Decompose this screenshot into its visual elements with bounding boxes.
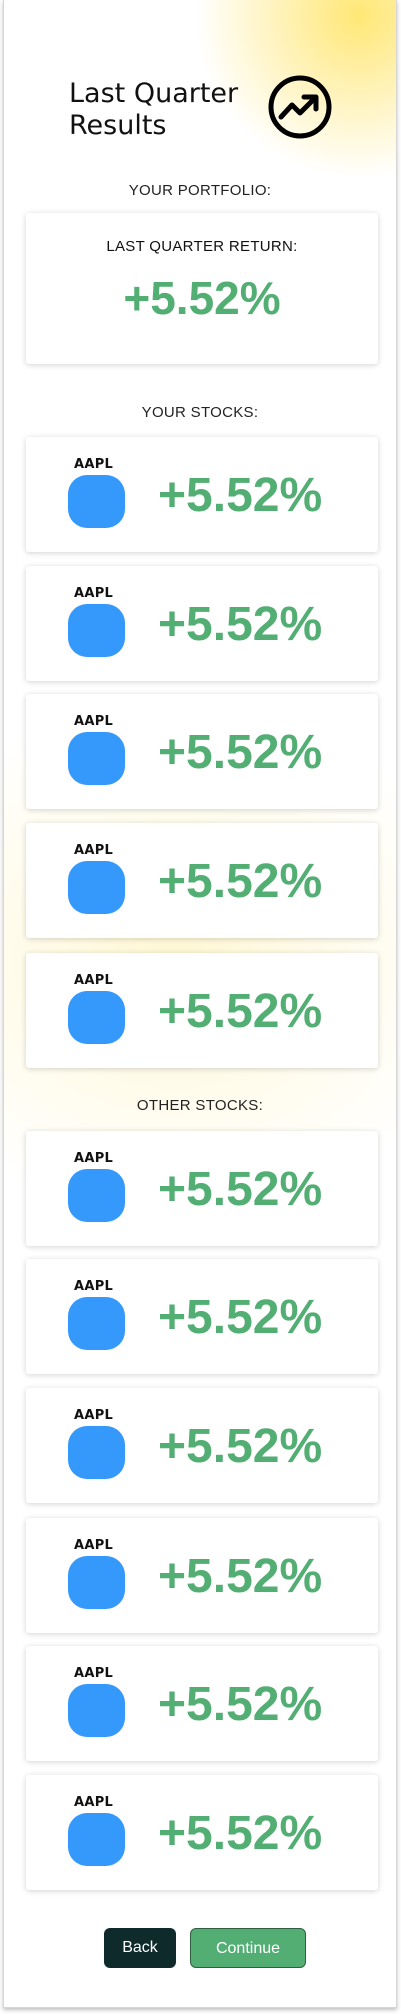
stock-logo bbox=[68, 1297, 125, 1350]
back-button[interactable]: Back bbox=[104, 1928, 176, 1968]
stock-logo bbox=[68, 1426, 125, 1479]
portfolio-return-card: LAST QUARTER RETURN: +5.52% bbox=[26, 213, 378, 364]
stock-logo bbox=[68, 1684, 125, 1737]
stock-logo bbox=[68, 732, 125, 785]
stock-card[interactable]: AAPL +5.52% bbox=[26, 1646, 378, 1761]
stock-card[interactable]: AAPL +5.52% bbox=[26, 1388, 378, 1503]
continue-button[interactable]: Continue bbox=[190, 1928, 306, 1968]
stock-card[interactable]: AAPL +5.52% bbox=[26, 823, 378, 938]
trending-up-icon bbox=[268, 75, 332, 139]
stock-logo bbox=[68, 861, 125, 914]
stock-ticker: AAPL bbox=[74, 973, 114, 988]
stock-change: +5.52% bbox=[158, 1163, 323, 1216]
stock-card[interactable]: AAPL +5.52% bbox=[26, 437, 378, 552]
stock-change: +5.52% bbox=[158, 1291, 323, 1344]
results-screen: Last Quarter Results YOUR PORTFOLIO: LAS… bbox=[3, 0, 397, 2008]
stock-logo bbox=[68, 475, 125, 528]
stock-change: +5.52% bbox=[158, 1420, 323, 1473]
stock-ticker: AAPL bbox=[74, 586, 114, 601]
stock-change: +5.52% bbox=[158, 1807, 323, 1860]
stock-change: +5.52% bbox=[158, 598, 323, 651]
stock-card[interactable]: AAPL +5.52% bbox=[26, 953, 378, 1068]
portfolio-return-value: +5.52% bbox=[123, 272, 281, 324]
stock-ticker: AAPL bbox=[74, 1538, 114, 1553]
stock-ticker: AAPL bbox=[74, 457, 114, 472]
results-content: Last Quarter Results YOUR PORTFOLIO: LAS… bbox=[4, 0, 396, 2007]
stock-ticker: AAPL bbox=[74, 1151, 114, 1166]
other-stocks-section-label: OTHER STOCKS: bbox=[136, 1097, 264, 1114]
stock-change: +5.52% bbox=[158, 1550, 323, 1603]
stock-ticker: AAPL bbox=[74, 1666, 114, 1681]
stock-change: +5.52% bbox=[158, 985, 323, 1038]
stock-ticker: AAPL bbox=[74, 1795, 114, 1810]
portfolio-return-caption: LAST QUARTER RETURN: bbox=[106, 238, 298, 255]
your-stocks-section-label: YOUR STOCKS: bbox=[141, 404, 259, 421]
stock-logo bbox=[68, 991, 125, 1044]
page-title: Last Quarter Results bbox=[69, 78, 239, 141]
stock-ticker: AAPL bbox=[74, 843, 114, 858]
stock-change: +5.52% bbox=[158, 1678, 323, 1731]
stock-card[interactable]: AAPL +5.52% bbox=[26, 566, 378, 681]
stock-change: +5.52% bbox=[158, 469, 323, 522]
stock-logo bbox=[68, 1556, 125, 1609]
stock-ticker: AAPL bbox=[74, 714, 114, 729]
stock-card[interactable]: AAPL +5.52% bbox=[26, 1131, 378, 1246]
stock-card[interactable]: AAPL +5.52% bbox=[26, 1518, 378, 1633]
stock-change: +5.52% bbox=[158, 726, 323, 779]
portfolio-section-label: YOUR PORTFOLIO: bbox=[128, 182, 272, 199]
stock-card[interactable]: AAPL +5.52% bbox=[26, 1259, 378, 1374]
stock-change: +5.52% bbox=[158, 855, 323, 908]
stock-ticker: AAPL bbox=[74, 1279, 114, 1294]
stock-logo bbox=[68, 1169, 125, 1222]
stock-logo bbox=[68, 1813, 125, 1866]
stock-ticker: AAPL bbox=[74, 1408, 114, 1423]
stock-card[interactable]: AAPL +5.52% bbox=[26, 694, 378, 809]
stock-logo bbox=[68, 604, 125, 657]
stock-card[interactable]: AAPL +5.52% bbox=[26, 1775, 378, 1890]
